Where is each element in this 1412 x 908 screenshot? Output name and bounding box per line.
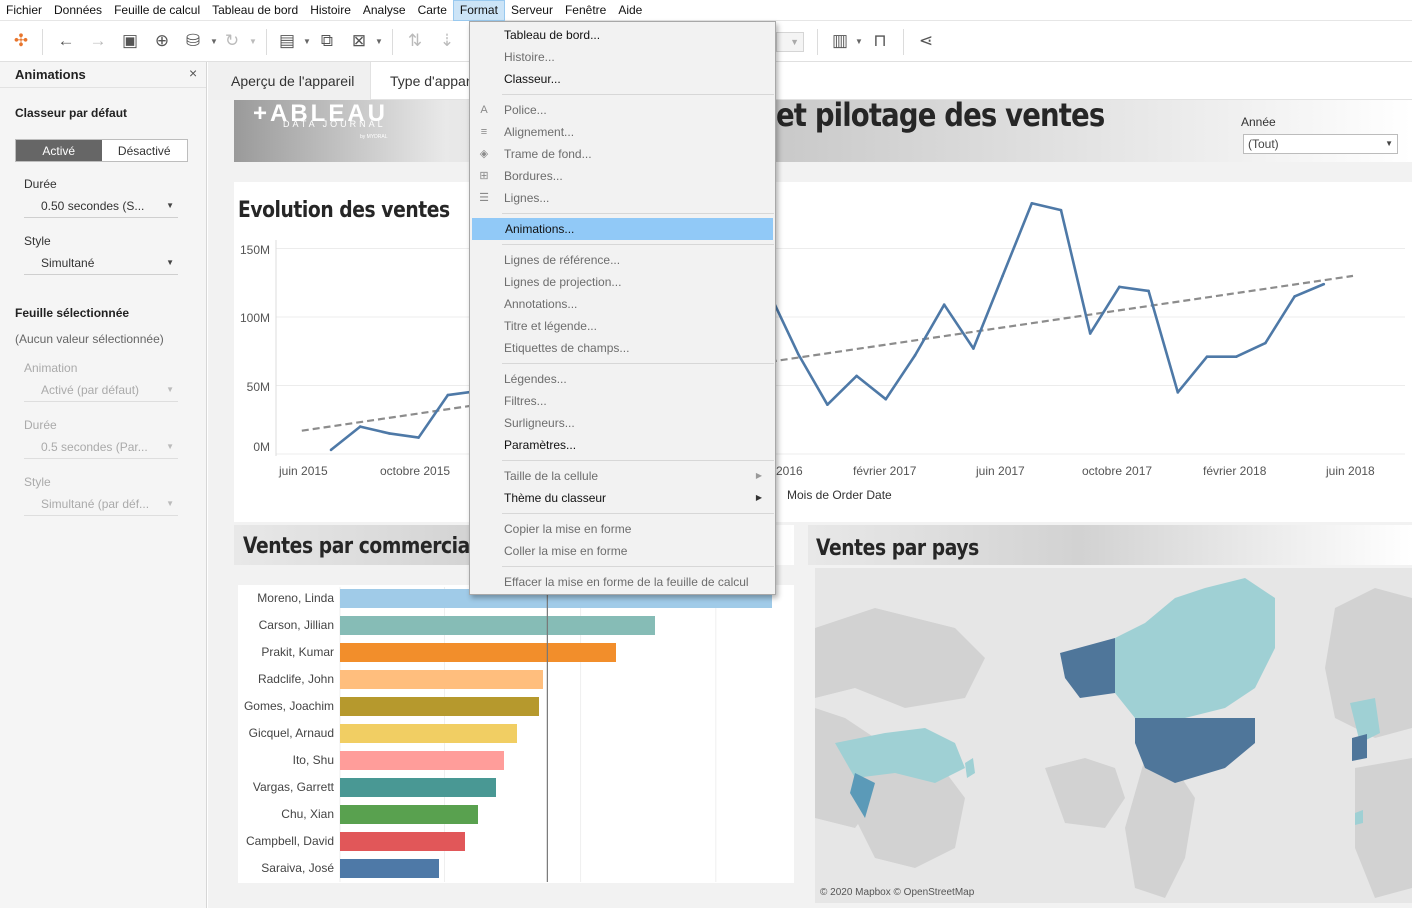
menu-item-label: Animations...	[505, 222, 575, 236]
land-shape	[1355, 758, 1412, 898]
land-shape	[815, 608, 985, 708]
sales-map[interactable]	[815, 568, 1412, 903]
menu-item-label: Lignes de référence...	[504, 253, 621, 267]
menu-item-bordures[interactable]: ⊞ Bordures...	[471, 165, 774, 187]
menu-item-label: Coller la mise en forme	[504, 544, 628, 558]
menu-item-tableau-de-bord[interactable]: Tableau de bord...	[471, 24, 774, 46]
format-menu: Tableau de bord... Histoire... Classeur...…	[469, 21, 776, 595]
menu-item-label: Trame de fond...	[504, 147, 592, 161]
menu-item-parametres[interactable]: Paramètres...	[471, 434, 774, 456]
bar[interactable]	[340, 805, 479, 824]
menu-item-label: Paramètres...	[504, 438, 577, 452]
menu-item-label: Etiquettes de champs...	[504, 341, 630, 355]
menu-item-taille-de-la-cellule[interactable]: Taille de la cellule ▶	[471, 465, 774, 487]
menu-separator	[502, 94, 774, 95]
submenu-arrow-icon: ▶	[755, 471, 762, 480]
bar[interactable]	[340, 616, 656, 635]
lignes-icon: ☰	[479, 192, 489, 204]
bar-label: Moreno, Linda	[257, 591, 334, 605]
menu-item-lignes-de-projection[interactable]: Lignes de projection...	[471, 271, 774, 293]
bar-label: Campbell, David	[245, 834, 334, 848]
map-shapes	[815, 578, 1412, 898]
menu-item-label: Taille de la cellule	[504, 469, 599, 483]
menu-item-label: Police...	[504, 103, 547, 117]
menu-item-lignes[interactable]: ☰ Lignes...	[471, 187, 774, 209]
menu-item-alignement[interactable]: ≡ Alignement...	[471, 121, 774, 143]
menu-item-annotations[interactable]: Annotations...	[471, 293, 774, 315]
bar-label: Vargas, Garrett	[252, 780, 334, 794]
menu-item-label: Lignes de projection...	[504, 275, 622, 289]
menu-separator	[502, 513, 774, 514]
menu-item-label: Titre et légende...	[504, 319, 597, 333]
alignement-icon: ≡	[480, 126, 488, 138]
bar-label: Carson, Jillian	[258, 618, 334, 632]
country-shape	[1352, 734, 1367, 761]
menu-item-label: Classeur...	[504, 72, 561, 86]
menu-item-filtres[interactable]: Filtres...	[471, 390, 774, 412]
bar-label: Saraiva, José	[261, 861, 334, 875]
menu-item-label: Annotations...	[504, 297, 578, 311]
map-title: Ventes par pays	[816, 536, 979, 561]
menu-item-etiquettes-de-champs[interactable]: Etiquettes de champs...	[471, 337, 774, 359]
bar[interactable]	[340, 751, 505, 770]
bar-label: Gomes, Joachim	[243, 699, 334, 713]
bar-label: Gicquel, Arnaud	[248, 726, 334, 740]
bar[interactable]	[340, 832, 466, 851]
menu-item-label: Filtres...	[504, 394, 547, 408]
country-shape	[965, 758, 975, 778]
bar[interactable]	[340, 670, 544, 689]
submenu-arrow-icon: ▶	[755, 493, 762, 502]
menu-item-label: Tableau de bord...	[504, 28, 601, 42]
country-shape	[1115, 578, 1275, 718]
menu-separator	[502, 566, 774, 567]
menu-item-label: Histoire...	[504, 50, 555, 64]
menu-item-label: Bordures...	[504, 169, 563, 183]
bar[interactable]	[340, 643, 617, 662]
bar[interactable]	[340, 724, 518, 743]
menu-item-effacer-la-mise-en-forme-de-la-feuille-de-calcul[interactable]: Effacer la mise en forme de la feuille d…	[471, 571, 774, 593]
menu-item-label: Effacer la mise en forme de la feuille d…	[504, 575, 749, 589]
menu-item-classeur[interactable]: Classeur...	[471, 68, 774, 90]
menu-item-label: Copier la mise en forme	[504, 522, 632, 536]
bar-label: Chu, Xian	[281, 807, 334, 821]
menu-item-histoire[interactable]: Histoire...	[471, 46, 774, 68]
menu-item-coller-la-mise-en-forme[interactable]: Coller la mise en forme	[471, 540, 774, 562]
map-credit: © 2020 Mapbox © OpenStreetMap	[820, 887, 975, 898]
menu-item-titre-et-legende[interactable]: Titre et légende...	[471, 315, 774, 337]
menu-separator	[502, 244, 774, 245]
menu-item-animations[interactable]: Animations...	[472, 218, 773, 240]
menu-item-label: Thème du classeur	[504, 491, 607, 505]
bar[interactable]	[340, 697, 539, 716]
menu-separator	[502, 363, 774, 364]
menu-separator	[502, 213, 774, 214]
menu-item-surligneurs[interactable]: Surligneurs...	[471, 412, 774, 434]
menu-item-trame-de-fond[interactable]: ◈ Trame de fond...	[471, 143, 774, 165]
bar-label: Radclife, John	[257, 672, 334, 686]
menu-item-lignes-de-reference[interactable]: Lignes de référence...	[471, 249, 774, 271]
menu-item-copier-la-mise-en-forme[interactable]: Copier la mise en forme	[471, 518, 774, 540]
bordures-icon: ⊞	[479, 170, 489, 182]
menu-item-police[interactable]: A Police...	[471, 99, 774, 121]
menu-item-label: Lignes...	[504, 191, 550, 205]
bar[interactable]	[340, 859, 440, 878]
menu-item-theme-du-classeur[interactable]: Thème du classeur ▶	[471, 487, 774, 509]
menu-item-legendes[interactable]: Légendes...	[471, 368, 774, 390]
bar-label: Prakit, Kumar	[261, 645, 334, 659]
menu-item-label: Alignement...	[504, 125, 575, 139]
land-shape	[1045, 758, 1125, 828]
bar[interactable]	[340, 778, 496, 797]
menu-item-label: Légendes...	[504, 372, 567, 386]
police-icon: A	[480, 104, 488, 116]
menu-separator	[502, 460, 774, 461]
bar-label: Ito, Shu	[292, 753, 334, 767]
menu-item-label: Surligneurs...	[504, 416, 575, 430]
trame-de-fond-icon: ◈	[479, 148, 489, 160]
